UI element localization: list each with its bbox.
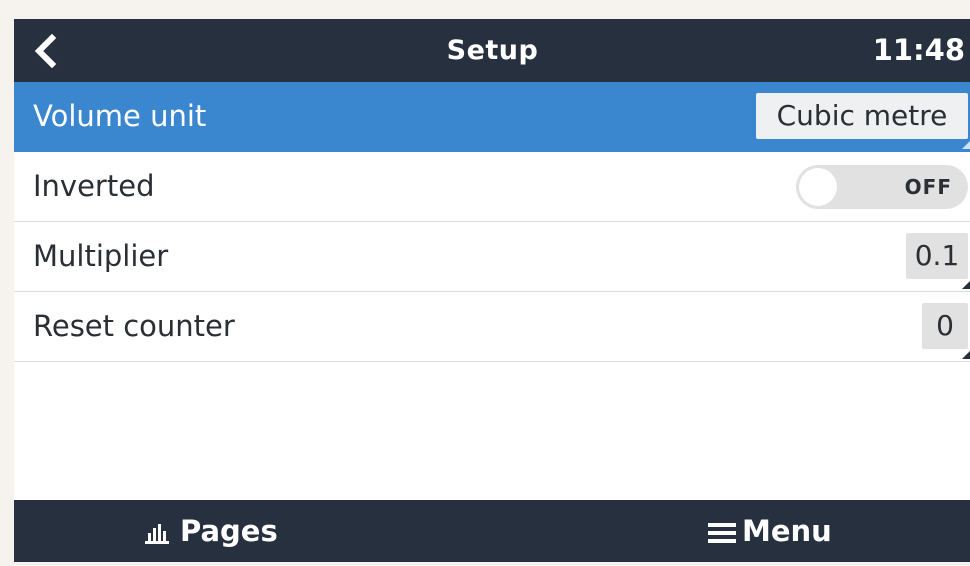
edit-corner-icon: [962, 350, 970, 359]
pages-button[interactable]: Pages: [144, 500, 278, 562]
device-screen: Setup 11:48 Volume unit Cubic metre Inve…: [14, 19, 970, 562]
edit-corner-icon: [962, 140, 970, 149]
toggle-knob: [799, 168, 837, 206]
volume-unit-value[interactable]: Cubic metre: [756, 93, 968, 139]
setting-label: Multiplier: [33, 239, 169, 273]
setting-label: Reset counter: [33, 309, 235, 343]
edit-corner-icon: [962, 280, 970, 289]
reset-counter-value[interactable]: 0: [922, 303, 968, 349]
setting-label: Volume unit: [33, 99, 207, 133]
inverted-toggle[interactable]: OFF: [796, 165, 968, 209]
bottom-bar: Pages Menu: [14, 500, 970, 562]
setting-label: Inverted: [33, 169, 155, 203]
setting-row-reset-counter[interactable]: Reset counter 0: [14, 292, 970, 362]
toggle-state: OFF: [904, 175, 952, 199]
setting-row-multiplier[interactable]: Multiplier 0.1: [14, 222, 970, 292]
menu-label: Menu: [742, 514, 832, 548]
setting-row-inverted[interactable]: Inverted OFF: [14, 152, 970, 222]
setting-row-volume-unit[interactable]: Volume unit Cubic metre: [14, 82, 970, 152]
top-bar: Setup 11:48: [14, 19, 970, 82]
clock: 11:48: [872, 33, 965, 67]
hamburger-icon: [708, 523, 736, 543]
multiplier-value[interactable]: 0.1: [906, 233, 968, 279]
menu-button[interactable]: Menu: [708, 500, 832, 562]
page-title: Setup: [446, 35, 539, 66]
bar-chart-icon: [145, 524, 169, 544]
pages-label: Pages: [180, 514, 278, 548]
